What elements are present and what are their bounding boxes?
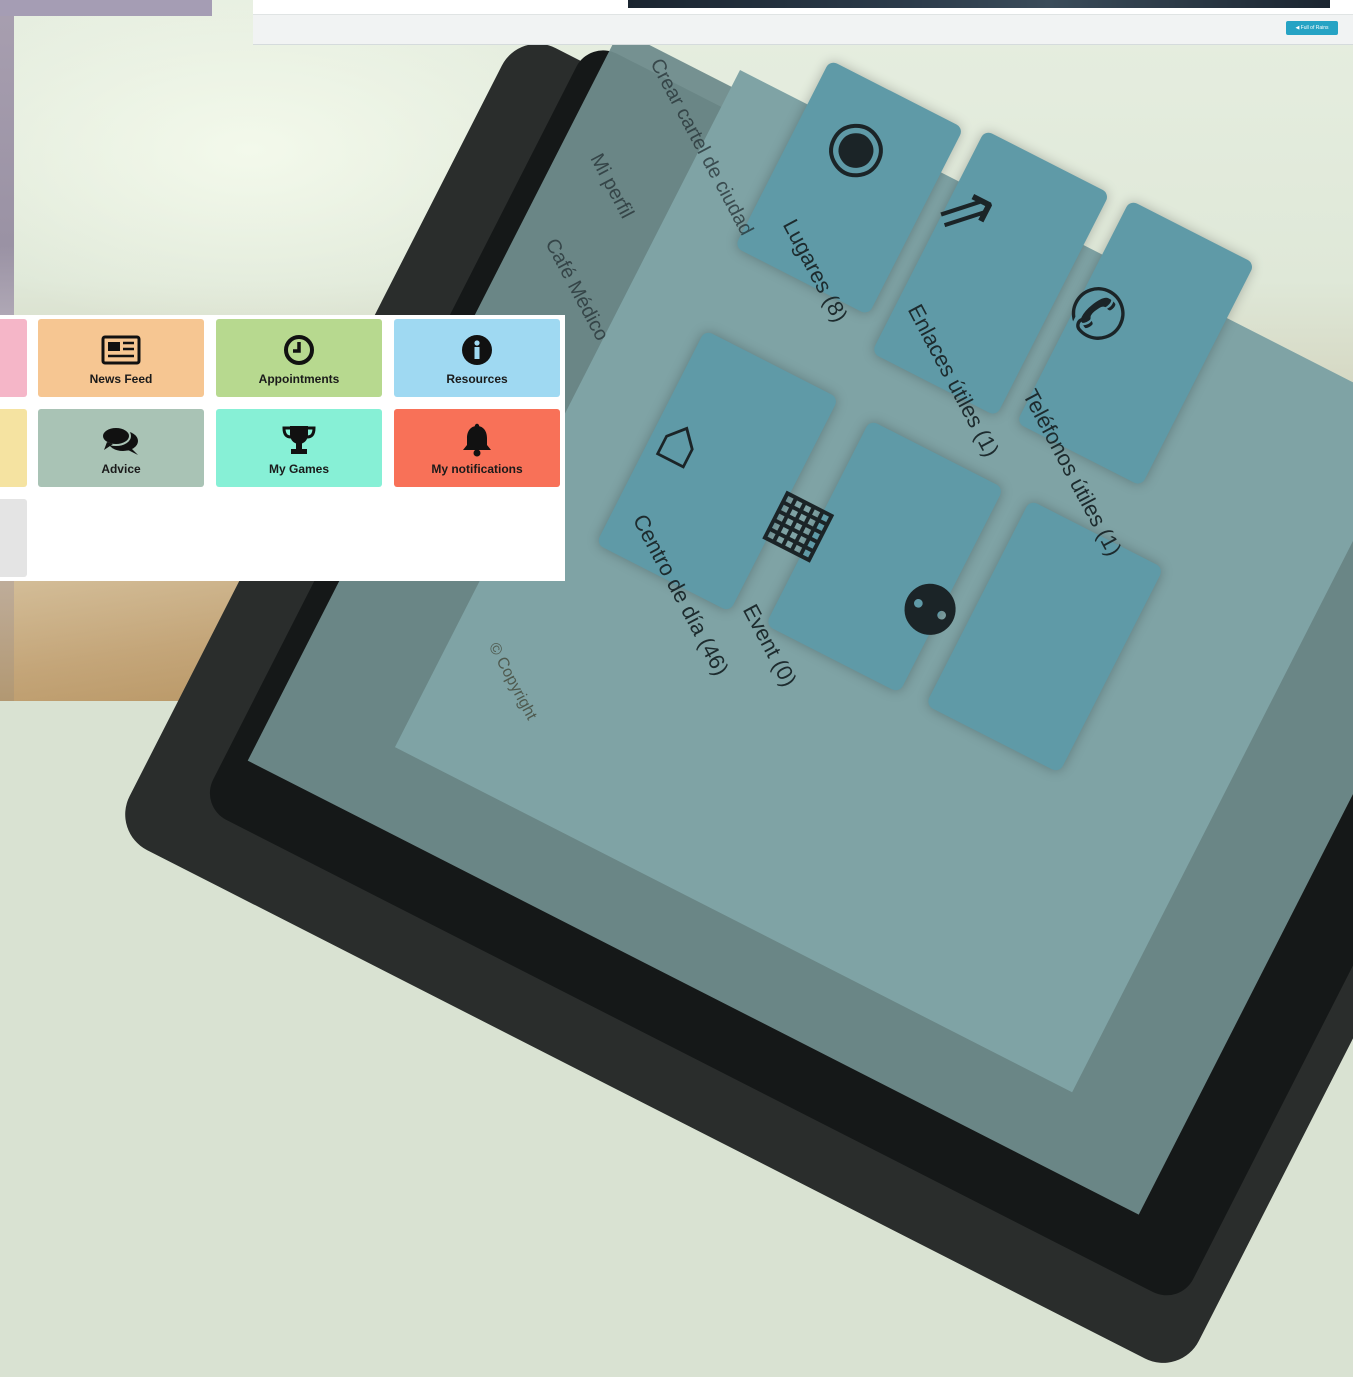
dashboard-grid: News Feed Appointments Resources Advice …: [0, 315, 565, 581]
embedded-video: [628, 0, 1330, 8]
tile-label: Appointments: [258, 372, 340, 386]
trophy-icon: [281, 424, 317, 456]
tile-label: Advice: [101, 462, 141, 476]
back-button[interactable]: ◀ Full of Rains: [1286, 21, 1338, 35]
tile-label: News Feed: [89, 372, 153, 386]
partial-tile[interactable]: [0, 499, 27, 577]
appointments-button[interactable]: Appointments: [216, 319, 382, 397]
clock-icon: [283, 334, 315, 366]
my-notifications-button[interactable]: My notifications: [394, 409, 560, 487]
bell-icon: [460, 423, 494, 457]
partial-tile[interactable]: [0, 319, 27, 397]
resources-button[interactable]: Resources: [394, 319, 560, 397]
chat-bubbles-icon: [101, 424, 141, 456]
info-icon: [461, 334, 493, 366]
news-feed-button[interactable]: News Feed: [38, 319, 204, 397]
my-games-button[interactable]: My Games: [216, 409, 382, 487]
advice-button[interactable]: Advice: [38, 409, 204, 487]
partial-tile[interactable]: [0, 409, 27, 487]
embedded-page-footer: ◀ Full of Rains: [253, 0, 1353, 45]
newspaper-icon: [101, 334, 141, 366]
tile-label: My notifications: [431, 462, 523, 476]
tile-label: My Games: [268, 462, 330, 476]
tile-label: Resources: [446, 372, 508, 386]
top-left-strip: [0, 0, 212, 16]
